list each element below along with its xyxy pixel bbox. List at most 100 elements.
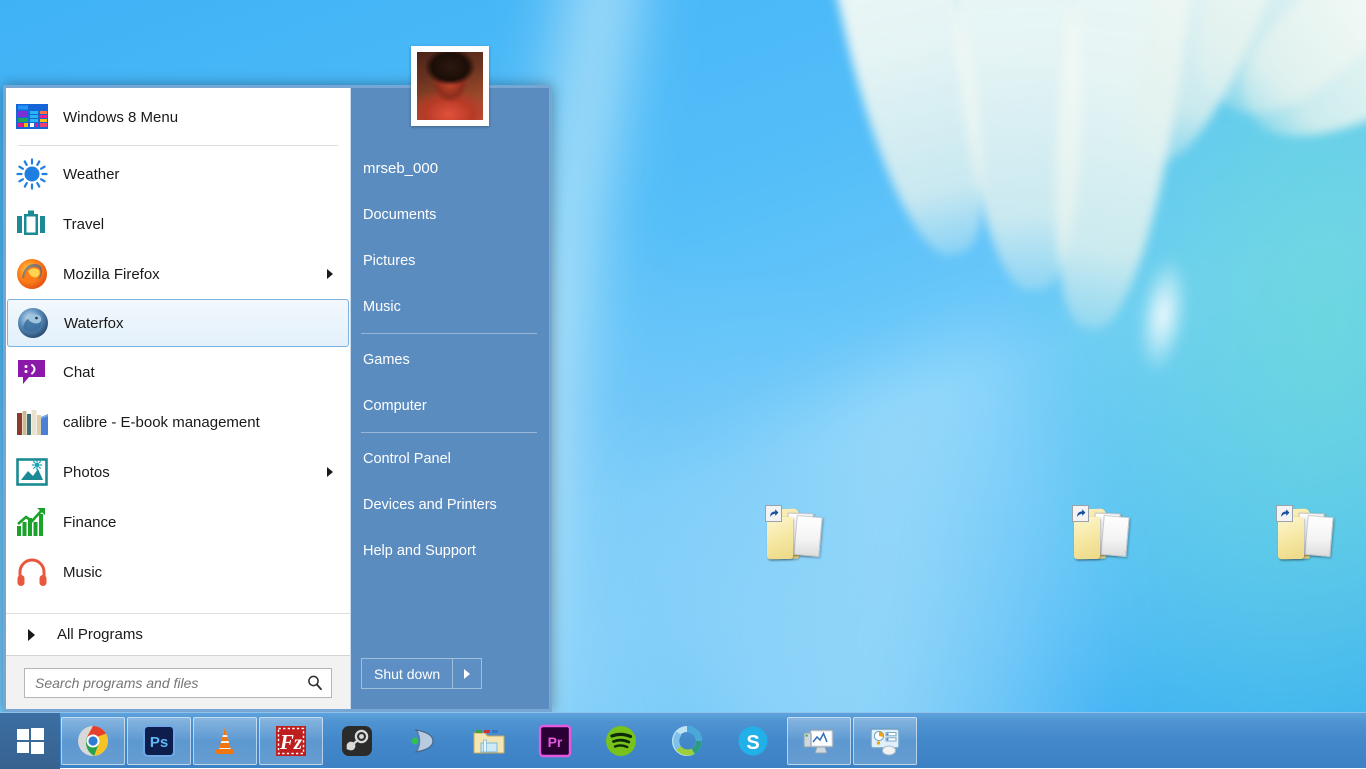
user-name[interactable]: mrseb_000 [351, 146, 549, 192]
taskbar[interactable]: Ps Fz Pr [0, 712, 1366, 768]
taskbar-item-group: Ps Fz Pr [60, 717, 918, 765]
taskbar-item-skype[interactable]: S [721, 717, 785, 765]
shortcut-arrow-icon [1072, 505, 1089, 522]
waterfox-icon [16, 306, 50, 340]
spotify-icon [604, 724, 638, 758]
taskbar-item-task-manager[interactable] [853, 717, 917, 765]
program-item-weather[interactable]: Weather [7, 149, 349, 199]
shortcut-arrow-icon [1276, 505, 1293, 522]
taskbar-item-dolby-audio[interactable] [391, 717, 455, 765]
taskbar-item-adobe-photoshop[interactable]: Ps [127, 717, 191, 765]
right-menu-item-documents[interactable]: Documents [351, 192, 549, 238]
shutdown-options-button[interactable] [453, 659, 481, 688]
program-item-label: Finance [63, 514, 116, 531]
windows8-tiles-icon [15, 100, 49, 134]
shutdown-button[interactable]: Shut down [362, 659, 453, 688]
chrome-icon [76, 724, 110, 758]
vlc-cone-icon [208, 724, 242, 758]
search-area [6, 655, 350, 709]
desktop-icon-temp[interactable] [1017, 505, 1127, 523]
dolby-audio-icon [406, 724, 440, 758]
program-item-music[interactable]: Music [7, 547, 349, 597]
taskbar-item-unknown-ring-app[interactable] [655, 717, 719, 765]
waterfox-icon [16, 306, 50, 340]
desktop-icon-web[interactable] [710, 505, 820, 523]
taskbar-item-spotify[interactable] [589, 717, 653, 765]
program-item-waterfox[interactable]: Waterfox [7, 299, 349, 347]
program-item-finance[interactable]: Finance [7, 497, 349, 547]
taskbar-item-filezilla[interactable]: Fz [259, 717, 323, 765]
svg-text:Pr: Pr [548, 734, 563, 750]
taskbar-item-adobe-premiere-pro[interactable]: Pr [523, 717, 587, 765]
start-menu-left-panel: Windows 8 Menu Weather Travel Mozilla Fi… [6, 88, 351, 709]
program-item-label: Travel [63, 216, 104, 233]
photos-picture-icon [15, 455, 49, 489]
search-box[interactable] [24, 668, 332, 698]
taskbar-item-windows-explorer[interactable] [457, 717, 521, 765]
program-list-divider [18, 145, 338, 146]
photoshop-icon: Ps [142, 724, 176, 758]
right-menu-divider [361, 333, 537, 334]
right-menu-item-control-panel[interactable]: Control Panel [351, 436, 549, 482]
program-item-label: Windows 8 Menu [63, 109, 178, 126]
photoshop-icon: Ps [142, 724, 176, 758]
chevron-right-icon [464, 669, 470, 679]
shortcut-arrow-icon [765, 505, 782, 522]
right-menu-item-computer[interactable]: Computer [351, 383, 549, 429]
travel-suitcase-icon [15, 207, 49, 241]
desktop-icon-downloads[interactable] [1221, 505, 1331, 523]
program-item-calibre-e-book-management[interactable]: calibre - E-book management [7, 397, 349, 447]
vlc-cone-icon [208, 724, 242, 758]
program-item-photos[interactable]: Photos [7, 447, 349, 497]
taskbar-item-resource-monitor[interactable] [787, 717, 851, 765]
program-item-travel[interactable]: Travel [7, 199, 349, 249]
premiere-icon: Pr [538, 724, 572, 758]
program-item-mozilla-firefox[interactable]: Mozilla Firefox [7, 249, 349, 299]
taskbar-item-vlc-media-player[interactable] [193, 717, 257, 765]
start-button[interactable] [0, 713, 60, 769]
calibre-books-icon [15, 405, 49, 439]
finance-chart-icon [15, 505, 49, 539]
search-input[interactable] [35, 675, 305, 691]
right-menu-item-games[interactable]: Games [351, 337, 549, 383]
skype-icon: S [736, 724, 770, 758]
right-menu-divider [361, 432, 537, 433]
dolby-audio-icon [406, 724, 440, 758]
avatar-photo [417, 52, 483, 120]
svg-text:Ps: Ps [150, 734, 168, 751]
right-panel-spacer [351, 574, 549, 658]
chevron-right-icon [28, 629, 35, 641]
task-manager-icon [868, 724, 902, 758]
program-item-label: Weather [63, 166, 119, 183]
taskbar-item-steam[interactable] [325, 717, 389, 765]
music-headphones-icon [15, 555, 49, 589]
ring-loader-icon [670, 724, 704, 758]
right-menu-item-help-and-support[interactable]: Help and Support [351, 528, 549, 574]
finance-chart-icon [15, 505, 49, 539]
windows8-tiles-icon [15, 100, 49, 134]
program-item-label: Waterfox [64, 315, 123, 332]
filezilla-icon: Fz [274, 724, 308, 758]
program-item-chat[interactable]: Chat [7, 347, 349, 397]
submenu-chevron-icon [327, 269, 333, 279]
right-menu-item-devices-and-printers[interactable]: Devices and Printers [351, 482, 549, 528]
chrome-icon [76, 724, 110, 758]
start-menu[interactable]: Windows 8 Menu Weather Travel Mozilla Fi… [3, 85, 552, 712]
firefox-icon [15, 257, 49, 291]
shutdown-button-group[interactable]: Shut down [361, 658, 482, 689]
svg-text:S: S [746, 732, 759, 754]
program-item-label: calibre - E-book management [63, 414, 260, 431]
start-menu-right-panel: mrseb_000 DocumentsPicturesMusic GamesCom… [351, 88, 549, 709]
submenu-chevron-icon [327, 467, 333, 477]
shutdown-row: Shut down [351, 658, 549, 709]
program-item-windows-8-menu[interactable]: Windows 8 Menu [7, 92, 349, 142]
taskbar-item-google-chrome[interactable] [61, 717, 125, 765]
right-menu-item-pictures[interactable]: Pictures [351, 238, 549, 284]
all-programs-button[interactable]: All Programs [6, 613, 350, 655]
weather-sun-icon [15, 157, 49, 191]
right-menu-item-music[interactable]: Music [351, 284, 549, 330]
steam-icon [340, 724, 374, 758]
steam-icon [340, 724, 374, 758]
avatar[interactable] [411, 46, 489, 126]
search-magnifier-icon[interactable] [305, 673, 325, 693]
